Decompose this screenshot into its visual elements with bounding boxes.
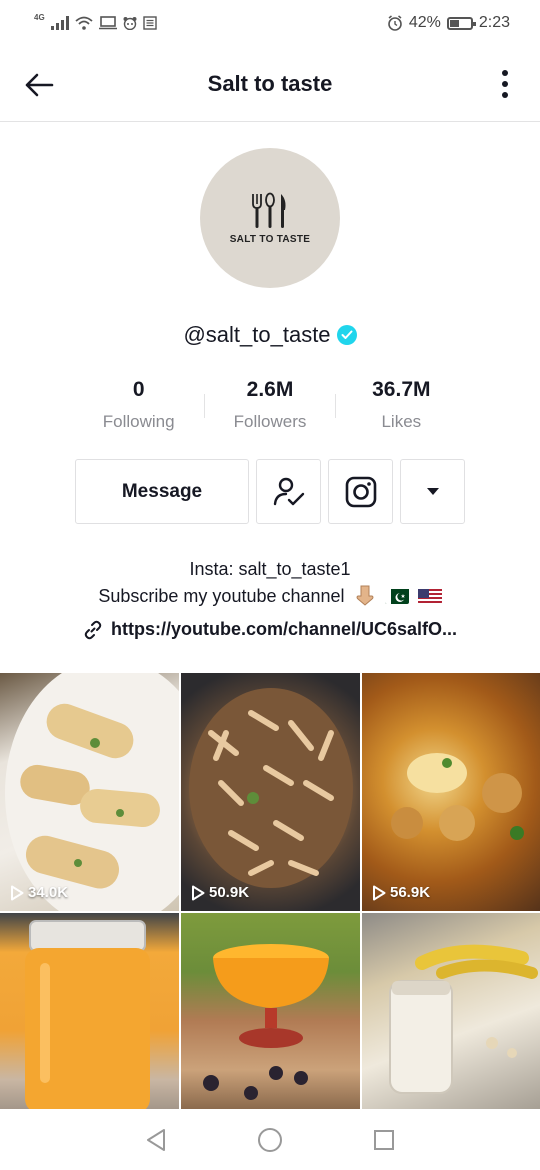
instagram-icon bbox=[345, 476, 376, 507]
wraps-plate-image bbox=[5, 673, 179, 911]
video-thumbnail[interactable]: 56.9K bbox=[362, 673, 540, 911]
play-icon bbox=[373, 885, 386, 900]
view-count-value: 56.9K bbox=[390, 884, 431, 901]
link-icon bbox=[84, 620, 102, 639]
more-actions-dropdown[interactable] bbox=[400, 459, 465, 524]
bio-line: Insta: salt_to_taste1 bbox=[189, 559, 351, 579]
stat-followers[interactable]: 2.6M Followers bbox=[204, 378, 335, 438]
square-recents-icon bbox=[374, 1130, 394, 1150]
battery-icon bbox=[446, 16, 476, 30]
wifi-icon bbox=[75, 16, 93, 30]
stat-divider bbox=[204, 394, 205, 418]
video-thumbnail[interactable]: 50.9K bbox=[181, 673, 360, 911]
follow-status-button[interactable] bbox=[256, 459, 321, 524]
arrow-left-icon bbox=[25, 73, 54, 97]
triangle-back-icon bbox=[147, 1129, 165, 1151]
clock: 2:23 bbox=[478, 14, 510, 31]
bio-text: Subscribe my youtube channel bbox=[98, 586, 345, 606]
system-nav-bar bbox=[0, 1110, 540, 1170]
banana-smoothie-image bbox=[389, 944, 538, 1094]
view-count: 34.0K bbox=[10, 884, 68, 901]
video-thumbnail[interactable] bbox=[181, 913, 360, 1109]
instagram-button[interactable] bbox=[328, 459, 393, 524]
alarm-icon bbox=[388, 15, 402, 31]
laptop-icon bbox=[98, 16, 117, 30]
network-type: 4G bbox=[34, 12, 45, 22]
view-count: 56.9K bbox=[372, 884, 430, 901]
more-dot bbox=[502, 81, 508, 87]
top-bar: Salt to taste bbox=[0, 46, 540, 122]
pakistan-flag-icon bbox=[384, 587, 409, 604]
nav-home-button[interactable] bbox=[255, 1125, 285, 1155]
caret-down-icon bbox=[426, 487, 439, 495]
username-row: @salt_to_taste bbox=[0, 322, 540, 348]
more-dot bbox=[502, 92, 508, 98]
video-thumbnail[interactable] bbox=[362, 913, 540, 1109]
usa-flag-icon bbox=[417, 587, 442, 604]
avatar[interactable]: SALT TO TASTE bbox=[200, 148, 340, 288]
point-down-emoji-icon bbox=[354, 584, 376, 606]
view-count: 50.9K bbox=[191, 884, 249, 901]
signal-icon bbox=[50, 16, 69, 30]
bio-line-2: Subscribe my youtube channel bbox=[0, 583, 540, 610]
verified-badge-icon bbox=[336, 325, 357, 345]
nav-recents-button[interactable] bbox=[369, 1125, 399, 1155]
view-count-value: 50.9K bbox=[209, 884, 250, 901]
avatar-logo-text: SALT TO TASTE bbox=[229, 233, 311, 245]
news-icon bbox=[142, 16, 157, 30]
view-count-value: 34.0K bbox=[28, 884, 69, 901]
more-options-button[interactable] bbox=[496, 66, 514, 102]
juice-glass-image bbox=[203, 944, 329, 1100]
stat-divider bbox=[335, 394, 336, 418]
bio-link[interactable]: https://youtube.com/channel/UC6salfO... bbox=[0, 619, 540, 640]
status-left: 4G bbox=[34, 12, 157, 30]
stat-following[interactable]: 0 Following bbox=[73, 378, 204, 438]
video-grid: 34.0K 50.9K 56.9K bbox=[0, 673, 540, 1109]
stat-likes[interactable]: 36.7M Likes bbox=[336, 378, 467, 438]
profile-stats: 0 Following 2.6M Followers 36.7M Likes bbox=[73, 378, 467, 438]
nav-back-button[interactable] bbox=[141, 1125, 171, 1155]
user-check-icon bbox=[273, 477, 304, 505]
bio: Insta: salt_to_taste1 Subscribe my youtu… bbox=[0, 556, 540, 610]
stat-label: Followers bbox=[233, 412, 307, 431]
battery-percent: 42% bbox=[408, 14, 441, 31]
stat-value: 0 bbox=[132, 378, 145, 401]
more-dot bbox=[502, 70, 508, 76]
cutlery-logo-icon bbox=[252, 192, 286, 228]
mango-jar-image bbox=[25, 920, 150, 1109]
status-bar: 4G 42% 2:23 bbox=[0, 0, 540, 46]
video-thumbnail[interactable] bbox=[0, 913, 179, 1109]
stat-value: 36.7M bbox=[372, 378, 431, 401]
video-thumbnail[interactable]: 34.0K bbox=[0, 673, 179, 911]
pasta-pan-image bbox=[189, 688, 353, 888]
status-right: 42% 2:23 bbox=[387, 14, 510, 32]
panda-icon bbox=[123, 17, 137, 30]
stat-label: Likes bbox=[381, 412, 422, 431]
circle-home-icon bbox=[258, 1128, 282, 1152]
message-button[interactable]: Message bbox=[75, 459, 249, 524]
chicken-curry-image bbox=[391, 753, 524, 841]
stat-label: Following bbox=[102, 412, 175, 431]
play-icon bbox=[11, 885, 24, 900]
stat-value: 2.6M bbox=[246, 378, 294, 401]
username: @salt_to_taste bbox=[183, 322, 331, 347]
back-button[interactable] bbox=[22, 68, 56, 102]
play-icon bbox=[192, 885, 205, 900]
bio-link-text: https://youtube.com/channel/UC6salfO... bbox=[110, 619, 458, 639]
profile-actions: Message bbox=[75, 459, 465, 524]
page-title: Salt to taste bbox=[207, 70, 333, 96]
